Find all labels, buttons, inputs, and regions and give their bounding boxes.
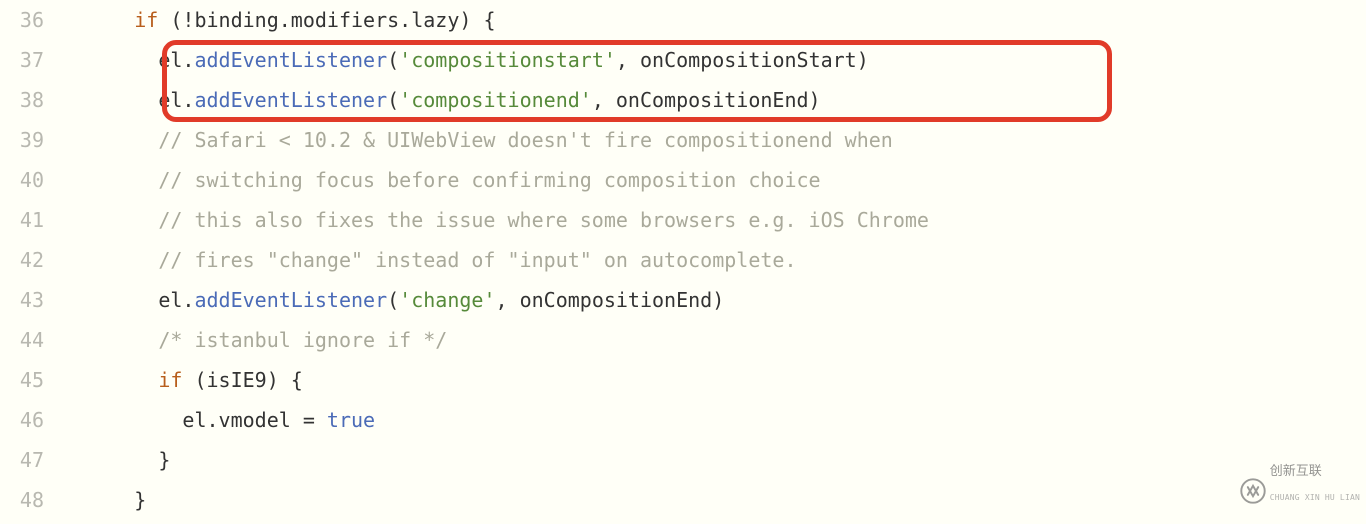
string: 'compositionend' bbox=[399, 88, 592, 112]
comment: // switching focus before confirming com… bbox=[158, 168, 820, 192]
code-line: el.vmodel = true bbox=[62, 400, 1366, 440]
code-line: if (!binding.modifiers.lazy) { bbox=[62, 0, 1366, 40]
keyword-if: if bbox=[134, 8, 158, 32]
line-number: 43 bbox=[0, 280, 44, 320]
method: addEventListener bbox=[194, 88, 387, 112]
brace: } bbox=[134, 488, 146, 512]
code-line: // switching focus before confirming com… bbox=[62, 160, 1366, 200]
code-text: , onCompositionStart) bbox=[616, 48, 869, 72]
identifier: el.vmodel = bbox=[182, 408, 327, 432]
indent bbox=[62, 408, 182, 432]
line-number: 48 bbox=[0, 480, 44, 520]
code-line: /* istanbul ignore if */ bbox=[62, 320, 1366, 360]
line-number: 40 bbox=[0, 160, 44, 200]
code-line: } bbox=[62, 480, 1366, 520]
indent bbox=[62, 48, 158, 72]
string: 'change' bbox=[399, 288, 495, 312]
code-line: if (isIE9) { bbox=[62, 360, 1366, 400]
indent bbox=[62, 168, 158, 192]
code-line: } bbox=[62, 440, 1366, 480]
logo-icon bbox=[1240, 478, 1266, 504]
comment: // Safari < 10.2 & UIWebView doesn't fir… bbox=[158, 128, 893, 152]
indent bbox=[62, 328, 158, 352]
line-number: 44 bbox=[0, 320, 44, 360]
indent bbox=[62, 208, 158, 232]
line-number: 37 bbox=[0, 40, 44, 80]
identifier: el. bbox=[158, 88, 194, 112]
indent bbox=[62, 88, 158, 112]
indent bbox=[62, 368, 158, 392]
paren: ( bbox=[387, 88, 399, 112]
paren: ( bbox=[387, 48, 399, 72]
indent bbox=[62, 8, 134, 32]
method: addEventListener bbox=[194, 48, 387, 72]
comment: /* istanbul ignore if */ bbox=[158, 328, 447, 352]
watermark: 创新互联 CHUANG XIN HU LIAN bbox=[1240, 464, 1360, 518]
keyword-if: if bbox=[158, 368, 182, 392]
code-line: el.addEventListener('compositionstart', … bbox=[62, 40, 1366, 80]
identifier: el. bbox=[158, 48, 194, 72]
code-line: el.addEventListener('change', onComposit… bbox=[62, 280, 1366, 320]
line-number: 39 bbox=[0, 120, 44, 160]
line-number: 45 bbox=[0, 360, 44, 400]
watermark-subtext: CHUANG XIN HU LIAN bbox=[1270, 478, 1360, 518]
code-text: (isIE9) { bbox=[182, 368, 302, 392]
indent bbox=[62, 288, 158, 312]
code-area: if (!binding.modifiers.lazy) { el.addEve… bbox=[62, 0, 1366, 524]
line-number: 42 bbox=[0, 240, 44, 280]
line-number: 46 bbox=[0, 400, 44, 440]
indent bbox=[62, 128, 158, 152]
code-editor: 36 37 38 39 40 41 42 43 44 45 46 47 48 i… bbox=[0, 0, 1366, 524]
code-text: (!binding.modifiers.lazy) { bbox=[158, 8, 495, 32]
brace: } bbox=[158, 448, 170, 472]
line-number: 36 bbox=[0, 0, 44, 40]
line-number: 47 bbox=[0, 440, 44, 480]
code-line: el.addEventListener('compositionend', on… bbox=[62, 80, 1366, 120]
indent bbox=[62, 248, 158, 272]
code-line: // Safari < 10.2 & UIWebView doesn't fir… bbox=[62, 120, 1366, 160]
paren: ( bbox=[387, 288, 399, 312]
line-number-gutter: 36 37 38 39 40 41 42 43 44 45 46 47 48 bbox=[0, 0, 62, 524]
comment: // fires "change" instead of "input" on … bbox=[158, 248, 796, 272]
identifier: el. bbox=[158, 288, 194, 312]
line-number: 38 bbox=[0, 80, 44, 120]
comment: // this also fixes the issue where some … bbox=[158, 208, 929, 232]
code-text: , onCompositionEnd) bbox=[592, 88, 821, 112]
code-line: // fires "change" instead of "input" on … bbox=[62, 240, 1366, 280]
code-text: , onCompositionEnd) bbox=[495, 288, 724, 312]
indent bbox=[62, 448, 158, 472]
watermark-text: 创新互联 bbox=[1270, 464, 1360, 478]
line-number: 41 bbox=[0, 200, 44, 240]
method: addEventListener bbox=[194, 288, 387, 312]
string: 'compositionstart' bbox=[399, 48, 616, 72]
indent bbox=[62, 488, 134, 512]
code-line: // this also fixes the issue where some … bbox=[62, 200, 1366, 240]
boolean: true bbox=[327, 408, 375, 432]
